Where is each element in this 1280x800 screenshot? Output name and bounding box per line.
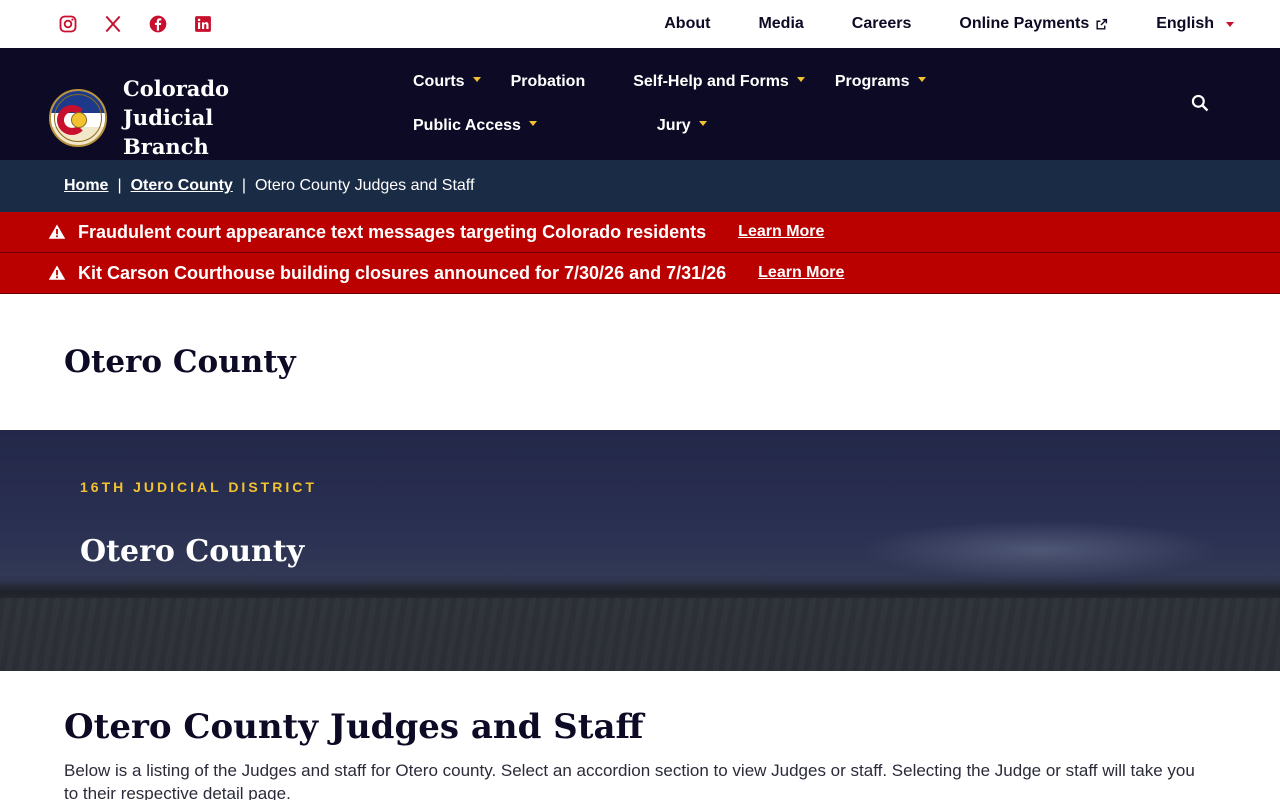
media-link[interactable]: Media <box>758 15 803 33</box>
nav-jury[interactable]: Jury <box>657 114 707 138</box>
alert-banner: Kit Carson Courthouse building closures … <box>0 253 1280 294</box>
social-links <box>57 14 213 35</box>
nav-self-help-forms[interactable]: Self-Help and Forms <box>633 70 805 94</box>
nav-public-access[interactable]: Public Access <box>413 114 537 138</box>
main-nav: Colorado Judicial Branch Courts Probatio… <box>0 48 1280 160</box>
intro-text: Below is a listing of the Judges and sta… <box>64 761 1195 800</box>
nav-probation[interactable]: Probation <box>511 70 586 94</box>
alert-learn-more-link[interactable]: Learn More <box>758 264 844 282</box>
x-icon[interactable] <box>102 14 123 35</box>
nav-programs[interactable]: Programs <box>835 70 926 94</box>
instagram-icon[interactable] <box>57 14 78 35</box>
hero-eyebrow: 16TH JUDICIAL DISTRICT <box>80 479 317 495</box>
chevron-down-icon <box>528 120 537 126</box>
language-select[interactable]: English <box>1156 15 1234 33</box>
search-icon <box>1191 94 1209 112</box>
chevron-down-icon <box>917 76 926 82</box>
nav-courts[interactable]: Courts <box>413 70 481 94</box>
county-title: Otero County <box>64 344 296 380</box>
hero-title: Otero County <box>80 534 305 569</box>
brand-name: Colorado Judicial Branch <box>123 76 230 159</box>
warning-icon <box>48 224 66 239</box>
breadcrumb-separator: | <box>117 177 122 194</box>
utility-links: About Media Careers Online Payments Engl… <box>664 15 1234 33</box>
main-content: Otero County Judges and Staff Below is a… <box>0 671 1280 800</box>
county-header: Otero County <box>0 294 1280 430</box>
facebook-icon[interactable] <box>147 14 168 35</box>
colorado-courts-seal-icon <box>49 88 107 147</box>
online-payments-link[interactable]: Online Payments <box>959 15 1108 33</box>
primary-nav: Courts Probation Self-Help and Forms Pro… <box>413 70 1113 138</box>
language-label: English <box>1156 15 1214 32</box>
careers-link[interactable]: Careers <box>852 15 912 33</box>
hero-banner: 16TH JUDICIAL DISTRICT Otero County <box>0 430 1280 671</box>
utility-bar: About Media Careers Online Payments Engl… <box>0 0 1280 48</box>
breadcrumb: Home | Otero County | Otero County Judge… <box>0 160 1280 212</box>
breadcrumb-separator: | <box>241 177 246 194</box>
breadcrumb-current: Otero County Judges and Staff <box>254 177 475 194</box>
brand-home-link[interactable]: Colorado Judicial Branch <box>49 74 323 161</box>
page-title: Otero County Judges and Staff <box>64 707 644 747</box>
breadcrumb-county[interactable]: Otero County <box>131 177 233 195</box>
chevron-down-icon <box>698 120 707 126</box>
external-link-icon <box>1096 18 1108 30</box>
chevron-down-icon <box>1226 21 1234 27</box>
alert-message: Kit Carson Courthouse building closures … <box>78 262 727 283</box>
hero-background-image <box>860 520 1220 580</box>
alert-banner: Fraudulent court appearance text message… <box>0 212 1280 253</box>
alert-learn-more-link[interactable]: Learn More <box>738 223 824 241</box>
online-payments-label: Online Payments <box>959 15 1090 32</box>
alert-message: Fraudulent court appearance text message… <box>78 221 707 242</box>
about-link[interactable]: About <box>664 15 710 33</box>
breadcrumb-home[interactable]: Home <box>64 177 108 195</box>
search-button[interactable] <box>1190 93 1214 117</box>
warning-icon <box>48 265 66 280</box>
chevron-down-icon <box>796 76 805 82</box>
chevron-down-icon <box>472 76 481 82</box>
linkedin-icon[interactable] <box>192 14 213 35</box>
